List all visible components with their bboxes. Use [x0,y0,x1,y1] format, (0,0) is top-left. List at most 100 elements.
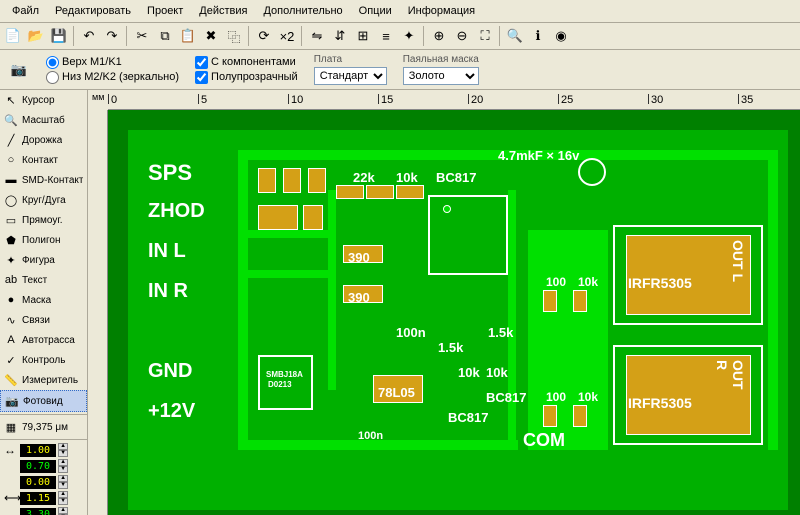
board-select[interactable]: Стандарт [314,67,387,85]
tool-cursor[interactable]: ↖Курсор [0,90,87,110]
silkscreen-text: D0213 [268,380,292,389]
silkscreen-text: 1.5k [488,325,513,340]
silkscreen-text: 10k [486,365,508,380]
ruler-tick: 25 [558,94,573,104]
param-spinner-4[interactable]: 3.30▲▼ [0,506,87,515]
silkscreen-text: BC817 [448,410,488,425]
tool-circle[interactable]: ◯Круг/Дуга [0,190,87,210]
file-new-button[interactable]: 📄 [2,25,24,47]
layer-bottom-radio[interactable]: Низ M2/K2 (зеркально) [46,71,179,84]
rotate-button[interactable]: ⟳ [253,25,275,47]
ruler-vertical [88,110,108,515]
ruler-tick: 15 [378,94,393,104]
undo-button[interactable]: ↶ [78,25,100,47]
camera-icon[interactable]: 📷 [8,59,30,81]
redo-button[interactable]: ↷ [101,25,123,47]
zoom-fit-button[interactable]: ⛶ [474,25,496,47]
silkscreen-text: GND [148,360,192,383]
main-toolbar: 📄📂💾 ↶↷ ✂⧉📋✖⿻ ⟳×2 ⇋⇵⊞≡✦ ⊕⊖⛶ 🔍ℹ◉ [0,23,800,50]
tool-smd[interactable]: ▬SMD-Контакт [0,170,87,190]
board-label: Плата [314,54,387,65]
text-icon: ab [4,273,18,287]
canvas-wrap: мм 05101520253035 [88,90,800,515]
param-spinner-1[interactable]: 0.70▲▼ [0,458,87,474]
menu-Опции[interactable]: Опции [351,2,400,20]
duplicate-button[interactable]: ⿻ [223,25,245,47]
silkscreen-text: BC817 [486,390,526,405]
tool-autoroute[interactable]: AАвтотрасса [0,330,87,350]
zoom-in-button[interactable]: ⊕ [428,25,450,47]
param-spinner-3[interactable]: ⟷1.15▲▼ [0,490,87,506]
view-options-bar: 📷 Верх M1/K1 Низ M2/K2 (зеркально) С ком… [0,50,800,90]
nets-icon: ∿ [4,313,18,327]
silkscreen-text: IN R [148,280,188,303]
silkscreen-text: 100 [546,390,566,404]
photoview-icon: 📷 [5,394,19,408]
tool-zoom[interactable]: 🔍Масштаб [0,110,87,130]
param-spinner-2[interactable]: 0.00▲▼ [0,474,87,490]
tool-text[interactable]: abТекст [0,270,87,290]
x2-button[interactable]: ×2 [276,25,298,47]
silkscreen-text: 78L05 [378,385,415,400]
tool-mask[interactable]: ●Маска [0,290,87,310]
ruler-tick: 5 [198,94,207,104]
tool-drc[interactable]: ✓Контроль [0,350,87,370]
silkscreen-text: 390 [348,250,370,265]
silkscreen-text: 390 [348,290,370,305]
zoom-out-button[interactable]: ⊖ [451,25,473,47]
layer-top-radio[interactable]: Верх M1/K1 [46,56,179,69]
mask-label: Паяльная маска [403,54,479,65]
silkscreen-text: ZHOD [148,200,205,223]
paste-button[interactable]: 📋 [177,25,199,47]
param-spinner-0[interactable]: ↔1.00▲▼ [0,442,87,458]
silkscreen-text: SPS [148,160,192,186]
search-button[interactable]: 🔍 [504,25,526,47]
tool-photoview[interactable]: 📷Фотовид [0,390,87,412]
align-button[interactable]: ≡ [375,25,397,47]
mirror-v-button[interactable]: ⇵ [329,25,351,47]
tool-shape[interactable]: ✦Фигура [0,250,87,270]
tool-pad[interactable]: ○Контакт [0,150,87,170]
menu-Дополнительно[interactable]: Дополнительно [255,2,350,20]
render-button[interactable]: ◉ [550,25,572,47]
silkscreen-text: SMBJ18A [266,370,303,379]
snap-button[interactable]: ✦ [398,25,420,47]
silkscreen-text: 4.7mkF × 16v [498,148,579,163]
tool-nets[interactable]: ∿Связи [0,310,87,330]
tool-rect[interactable]: ▭Прямоуг. [0,210,87,230]
cut-button[interactable]: ✂ [131,25,153,47]
file-open-button[interactable]: 📂 [25,25,47,47]
tool-measure[interactable]: 📏Измеритель [0,370,87,390]
shape-icon: ✦ [4,253,18,267]
menu-Файл[interactable]: Файл [4,2,47,20]
track-icon: ╱ [4,133,18,147]
group-button[interactable]: ⊞ [352,25,374,47]
silkscreen-text: 10k [458,365,480,380]
pcb-canvas[interactable]: SPSZHODIN LIN RGND+12V22k10kBC8174.7mkF … [108,110,800,515]
pcb-board: SPSZHODIN LIN RGND+12V22k10kBC8174.7mkF … [128,130,788,510]
delete-button[interactable]: ✖ [200,25,222,47]
silkscreen-text: 100 [546,275,566,289]
soldermask-select[interactable]: Золото [403,67,479,85]
with-components-check[interactable]: С компонентами [195,56,298,69]
smd-icon: ▬ [4,173,18,187]
file-save-button[interactable]: 💾 [48,25,70,47]
autoroute-icon: A [4,333,18,347]
copy-button[interactable]: ⧉ [154,25,176,47]
info-button[interactable]: ℹ [527,25,549,47]
tool-track[interactable]: ╱Дорожка [0,130,87,150]
menu-Редактировать[interactable]: Редактировать [47,2,139,20]
menu-Проект[interactable]: Проект [139,2,191,20]
circle-icon: ◯ [4,193,18,207]
ruler-tick: 20 [468,94,483,104]
mirror-h-button[interactable]: ⇋ [306,25,328,47]
menu-Действия[interactable]: Действия [191,2,255,20]
polygon-icon: ⬟ [4,233,18,247]
translucent-check[interactable]: Полупрозрачный [195,71,298,84]
cursor-icon: ↖ [4,93,18,107]
menu-Информация[interactable]: Информация [400,2,483,20]
menubar: ФайлРедактироватьПроектДействияДополните… [0,0,800,23]
grid-setting[interactable]: ▦ 79,375 μм [0,417,87,437]
tool-polygon[interactable]: ⬟Полигон [0,230,87,250]
tool-panel: ↖Курсор🔍Масштаб╱Дорожка○Контакт▬SMD-Конт… [0,90,88,515]
